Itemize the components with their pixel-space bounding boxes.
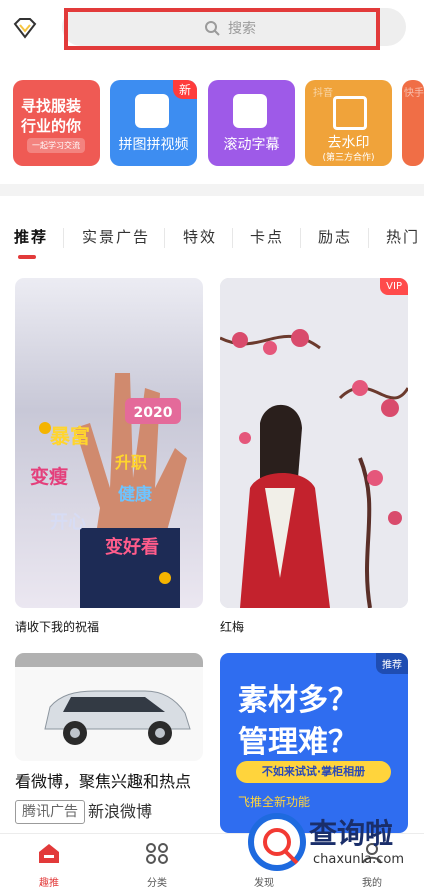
tab-divider [232,228,233,248]
watermark-icon [333,96,367,130]
recommend-badge: 推荐 [376,653,408,674]
collage-icon [135,94,169,128]
home-icon [39,844,59,863]
card-caption-blessing: 请收下我的祝福 [15,620,100,634]
tool-scrolling-subtitles[interactable]: 滚动字幕 [208,80,295,166]
ghost-label-douyin: 抖音 [313,88,333,99]
promo-headline-1: 素材多？ [238,683,358,718]
ad-title: 看微博，聚焦兴趣和热点 [15,772,192,791]
ad-source-name: 新浪微博 [88,802,153,821]
tool-clothing-group[interactable]: 寻找服装 行业的你 一起学习交流 [13,80,100,166]
new-badge: 新 [172,80,197,99]
sticker-happy: 开心 [50,512,86,533]
subtitle-icon [233,94,267,128]
plum-thumbnail [220,278,408,608]
active-tab-indicator [18,255,36,259]
promo-cta[interactable]: 不如来试试·掌柜相册 [236,761,391,783]
tab-hot[interactable]: 热门 [386,226,424,247]
tab-divider [164,228,165,248]
ad-card-weibo[interactable] [15,653,203,761]
watermark-brand: 查询啦 [309,817,394,850]
tab-scene-ads[interactable]: 实景广告 [82,226,150,247]
site-watermark: 查询啦 chaxunla.com [247,806,415,882]
section-separator [0,184,424,196]
tab-divider [300,228,301,248]
tab-inspire[interactable]: 励志 [318,226,352,247]
grid-icon [146,843,168,864]
sticker-slim: 变瘦 [30,465,68,488]
card-caption-plum: 红梅 [220,620,245,634]
tool-collage-video[interactable]: 拼图拼视频 新 [110,80,197,166]
highlight-box [64,8,380,50]
ghost-label-kuaishou: 快手 [404,88,424,99]
ad-image-strip [15,653,203,667]
tool-row: 寻找服装 行业的你 一起学习交流 拼图拼视频 新 滚动字幕 抖音 去水印 (第三… [0,80,424,170]
sticker-2020: 2020 [134,405,173,421]
sticker-promote: 升职 [115,453,147,472]
promo-headline-2: 管理难？ [238,725,358,760]
top-bar: 搜索 [0,0,424,62]
tab-divider [368,228,369,248]
tool-watermark-sub: (第三方合作) [322,153,375,163]
tab-recommend[interactable]: 推荐 [14,226,48,247]
vip-badge: VIP [380,278,408,295]
car-image [44,690,191,745]
template-card-plum[interactable]: VIP [220,278,408,608]
tool-clothing-sub: 一起学习交流 [27,138,85,153]
sticker-rich: 暴富 [50,424,90,448]
blessing-thumbnail: 2020 暴富 升职 变瘦 健康 开心 变好看 [30,373,187,608]
tool-remove-watermark[interactable]: 抖音 去水印 (第三方合作) [305,80,392,166]
sticker-health: 健康 [118,484,153,505]
tool-collage-label: 拼图拼视频 [118,137,189,153]
nav-home-label: 趣推 [39,878,59,889]
nav-category-label: 分类 [147,878,167,889]
sticker-pretty: 变好看 [105,536,159,558]
ad-source-tag: 腾讯广告 [15,800,85,824]
tool-watermark-label: 去水印 [327,135,370,151]
vip-diamond-icon[interactable] [13,17,37,39]
tool-clothing-label: 寻找服装 行业的你 [21,97,82,135]
tool-scrolling-label: 滚动字幕 [223,137,280,153]
tool-partial[interactable]: 快手 [402,80,424,166]
watermark-domain: chaxunla.com [313,852,404,867]
tab-beat[interactable]: 卡点 [250,226,284,247]
tab-divider [63,228,64,248]
template-card-blessing[interactable]: 2020 暴富 升职 变瘦 健康 开心 变好看 [15,278,203,608]
nav-category[interactable]: 分类 [127,834,187,894]
tab-effects[interactable]: 特效 [183,226,217,247]
nav-home[interactable]: 趣推 [19,834,79,894]
